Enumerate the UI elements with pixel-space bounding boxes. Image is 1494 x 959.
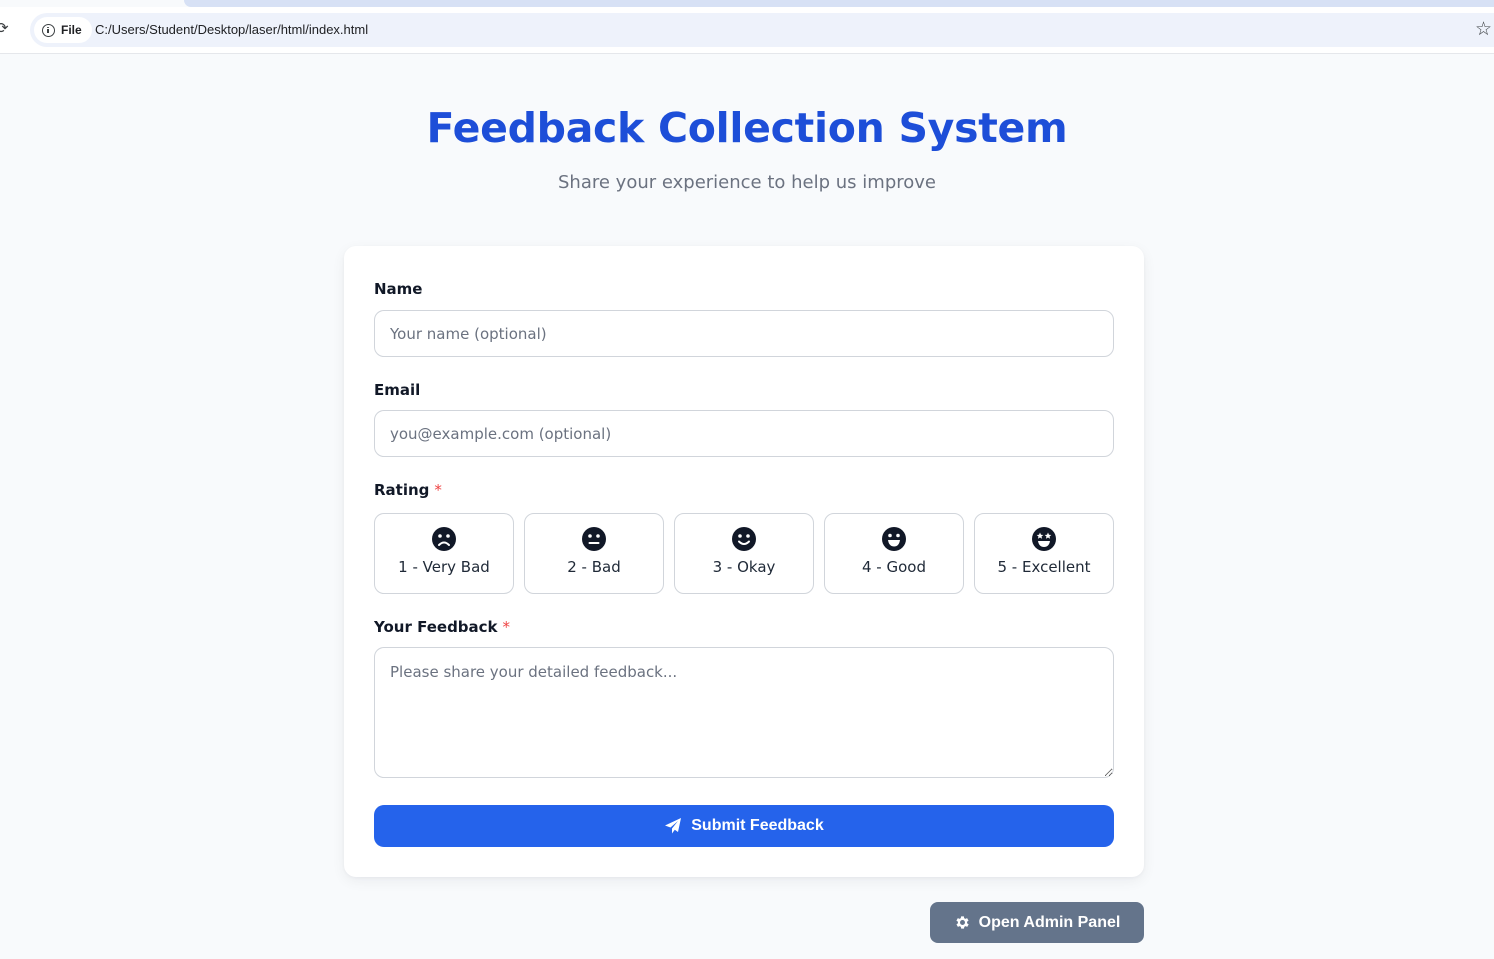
submit-feedback-label: Submit Feedback (691, 817, 824, 834)
tab-strip (184, 0, 1494, 7)
site-info-chip[interactable]: File (34, 17, 92, 43)
name-input[interactable] (374, 310, 1114, 357)
rating-label-text: Rating (374, 481, 430, 499)
required-mark: * (502, 618, 511, 636)
bookmark-star-icon[interactable]: ☆ (1475, 18, 1492, 40)
reload-icon[interactable]: ⟳ (0, 20, 12, 36)
site-info-label: File (61, 23, 82, 37)
rating-option-label: 4 - Good (862, 558, 926, 576)
url-text[interactable]: C:/Users/Student/Desktop/laser/html/inde… (95, 22, 368, 37)
paper-plane-icon (665, 818, 682, 834)
frown-face-icon (432, 527, 456, 551)
feedback-form-card: Name Email Rating* 1 - Very Bad 2 - Bad (344, 246, 1144, 877)
rating-label: Rating * (374, 481, 442, 499)
browser-toolbar: ⟳ File C:/Users/Student/Desktop/laser/ht… (0, 7, 1494, 54)
gear-icon (956, 916, 969, 929)
rating-option-4[interactable]: 4 - Good (824, 513, 964, 594)
submit-feedback-button[interactable]: Submit Feedback (374, 805, 1114, 847)
rating-option-1[interactable]: 1 - Very Bad (374, 513, 514, 594)
required-mark: * (434, 481, 442, 499)
rating-option-2[interactable]: 2 - Bad (524, 513, 664, 594)
open-admin-panel-button[interactable]: Open Admin Panel (930, 902, 1144, 943)
smile-face-icon (732, 527, 756, 551)
rating-option-3[interactable]: 3 - Okay (674, 513, 814, 594)
page-subtitle: Share your experience to help us improve (558, 172, 936, 193)
page-title: Feedback Collection System (426, 104, 1068, 152)
neutral-face-icon (582, 527, 606, 551)
rating-option-label: 1 - Very Bad (398, 558, 490, 576)
feedback-textarea[interactable] (374, 647, 1114, 778)
email-input[interactable] (374, 410, 1114, 457)
rating-options: 1 - Very Bad 2 - Bad 3 - Okay 4 - Good 5… (374, 513, 1114, 594)
rating-option-5[interactable]: 5 - Excellent (974, 513, 1114, 594)
info-icon (42, 23, 55, 37)
name-label: Name (374, 280, 423, 298)
address-bar[interactable]: File C:/Users/Student/Desktop/laser/html… (30, 13, 1494, 47)
rating-option-label: 2 - Bad (567, 558, 621, 576)
star-eyes-face-icon (1032, 527, 1056, 551)
grin-face-icon (882, 527, 906, 551)
feedback-label-text: Your Feedback (374, 618, 498, 636)
open-admin-panel-label: Open Admin Panel (978, 913, 1121, 931)
email-label: Email (374, 381, 421, 399)
rating-option-label: 5 - Excellent (997, 558, 1091, 576)
rating-option-label: 3 - Okay (712, 558, 776, 576)
feedback-label: Your Feedback * (374, 618, 510, 636)
